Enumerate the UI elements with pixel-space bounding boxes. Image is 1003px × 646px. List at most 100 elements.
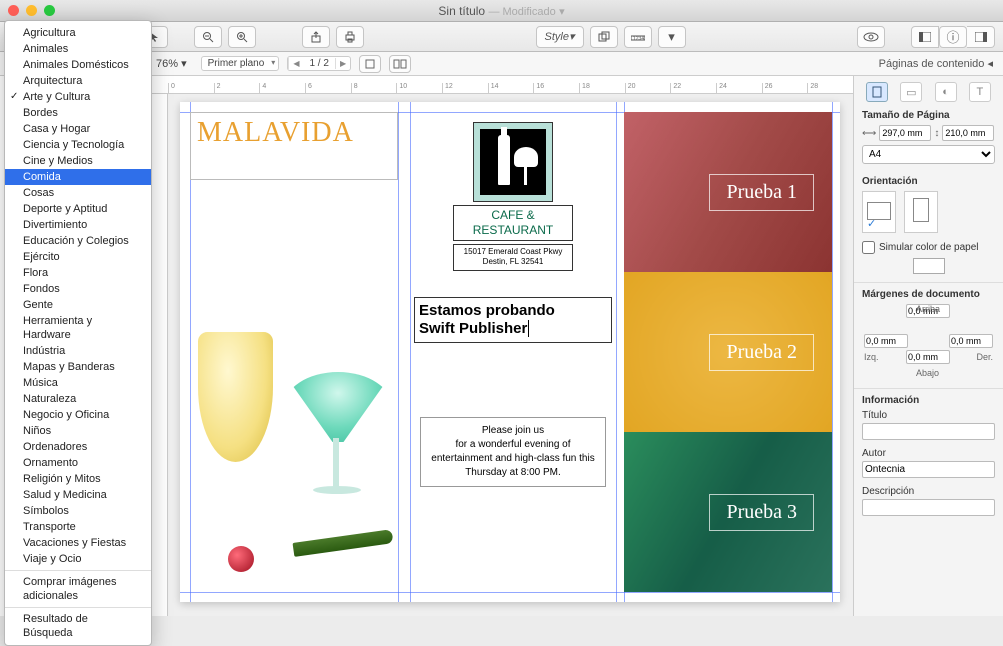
category-menu-item[interactable]: Ordenadores — [5, 439, 151, 455]
category-menu-item[interactable]: Cine y Medios — [5, 153, 151, 169]
zoom-window-icon[interactable] — [44, 5, 55, 16]
prev-page-button[interactable]: ◀ — [288, 58, 303, 69]
tab-geometry[interactable]: ▭ — [900, 82, 922, 102]
category-menu-item[interactable]: Vacaciones y Fiestas — [5, 535, 151, 551]
category-menu-item[interactable]: Salud y Medicina — [5, 487, 151, 503]
page-height-input[interactable] — [942, 125, 994, 141]
category-menu-item[interactable]: Niños — [5, 423, 151, 439]
svg-text:12345: 12345 — [633, 36, 645, 42]
category-menu-item[interactable]: Viaje y Ocio — [5, 551, 151, 567]
author-label: Autor — [862, 448, 995, 459]
info-panel-toggle[interactable]: ⓘ — [939, 26, 967, 48]
category-menu-item[interactable]: Comida — [5, 169, 151, 185]
orientation-heading: Orientación — [862, 176, 995, 187]
right-panel-toggle[interactable] — [967, 26, 995, 48]
buy-images-menu-item[interactable]: Comprar imágenes adicionales — [5, 574, 151, 604]
orientation-landscape[interactable]: ✓ — [862, 191, 896, 233]
page-indicator: 1 / 2 — [303, 57, 334, 70]
page-width-input[interactable] — [879, 125, 931, 141]
category-menu-item[interactable]: Mapas y Banderas — [5, 359, 151, 375]
brochure-panel-3: Prueba 1 Prueba 2 Prueba 3 — [624, 112, 832, 592]
category-menu-item[interactable]: Indústria — [5, 343, 151, 359]
title-text-frame[interactable]: MALAVIDA — [190, 112, 398, 180]
cafe-name-frame[interactable]: CAFE &RESTAURANT — [453, 205, 573, 241]
style-dropdown[interactable]: Style ▾ — [536, 26, 584, 48]
brochure-panel-1: MALAVIDA — [190, 112, 398, 592]
content-pages-dropdown[interactable]: Páginas de contenido ◂ — [879, 57, 993, 70]
view-mode-single[interactable] — [359, 55, 381, 73]
horizontal-ruler: 0246810121416182022242628 — [150, 76, 853, 94]
simulate-paper-checkbox[interactable] — [862, 241, 875, 254]
category-menu-item[interactable]: Educación y Colegios — [5, 233, 151, 249]
margin-right-input[interactable] — [949, 334, 993, 348]
margin-bottom-input[interactable] — [906, 350, 950, 364]
page-preset-select[interactable]: A4 — [862, 145, 995, 164]
simulate-paper-row[interactable]: Simular color de papel — [862, 241, 995, 254]
tab-document[interactable] — [866, 82, 888, 102]
category-menu-item[interactable]: Ciencia y Tecnología — [5, 137, 151, 153]
category-menu-item[interactable]: Gente — [5, 297, 151, 313]
category-menu-item[interactable]: Animales — [5, 41, 151, 57]
category-dropdown-menu: AgriculturaAnimalesAnimales DomésticosAr… — [4, 20, 152, 646]
address-frame[interactable]: 15017 Emerald Coast PkwyDestin, FL 32541 — [453, 244, 573, 271]
strip-prueba-3[interactable]: Prueba 3 — [624, 432, 832, 592]
canvas[interactable]: 0246810121416182022242628 MALAVIDA — [150, 76, 853, 616]
category-menu-item[interactable]: Arte y Cultura — [5, 89, 151, 105]
category-menu-item[interactable]: Ornamento — [5, 455, 151, 471]
tab-appearance[interactable]: ◐ — [935, 82, 957, 102]
page-size-heading: Tamaño de Página — [862, 110, 995, 121]
doc-description-input[interactable] — [862, 499, 995, 516]
more-button[interactable]: ▾ — [658, 26, 686, 48]
document-page[interactable]: MALAVIDA CAFE &RESTAURANT 15017 Emerald — [180, 102, 840, 602]
orientation-portrait[interactable] — [904, 191, 938, 233]
minimize-window-icon[interactable] — [26, 5, 37, 16]
doc-title-input[interactable] — [862, 423, 995, 440]
strip-prueba-1[interactable]: Prueba 1 — [624, 112, 832, 272]
category-menu-item[interactable]: Música — [5, 375, 151, 391]
category-menu-item[interactable]: Negocio y Oficina — [5, 407, 151, 423]
strip-prueba-2[interactable]: Prueba 2 — [624, 272, 832, 432]
category-menu-item[interactable]: Deporte y Aptitud — [5, 201, 151, 217]
view-mode-spread[interactable] — [389, 55, 411, 73]
fields-button[interactable]: 12345 — [624, 26, 652, 48]
zoom-out-button[interactable] — [194, 26, 222, 48]
test-text-frame[interactable]: Estamos probandoSwift Publisher — [414, 297, 612, 343]
category-menu-item[interactable]: Animales Domésticos — [5, 57, 151, 73]
category-menu-item[interactable]: Ejército — [5, 249, 151, 265]
share-button[interactable] — [302, 26, 330, 48]
height-icon: ↕ — [934, 128, 939, 139]
category-menu-item[interactable]: Religión y Mitos — [5, 471, 151, 487]
margin-left-input[interactable] — [864, 334, 908, 348]
category-menu-item[interactable]: Símbolos — [5, 503, 151, 519]
paper-color-swatch[interactable] — [913, 258, 945, 274]
category-menu-item[interactable]: Bordes — [5, 105, 151, 121]
zoom-in-button[interactable] — [228, 26, 256, 48]
layers-button[interactable] — [590, 26, 618, 48]
doc-author-input[interactable] — [862, 461, 995, 478]
layer-dropdown[interactable]: Primer plano — [201, 56, 280, 71]
category-menu-item[interactable]: Casa y Hogar — [5, 121, 151, 137]
tab-text[interactable]: T — [969, 82, 991, 102]
left-panel-toggle[interactable] — [911, 26, 939, 48]
margins-control: Arriba Izq. Der. Abajo — [862, 304, 995, 382]
category-menu-item[interactable]: Cosas — [5, 185, 151, 201]
category-menu-item[interactable]: Agricultura — [5, 25, 151, 41]
logo-image[interactable] — [473, 122, 553, 202]
category-menu-item[interactable]: Herramienta y Hardware — [5, 313, 151, 343]
close-window-icon[interactable] — [8, 5, 19, 16]
category-menu-item[interactable]: Arquitectura — [5, 73, 151, 89]
next-page-button[interactable]: ▶ — [335, 58, 350, 69]
cocktail-image[interactable] — [188, 282, 408, 592]
page-navigator: ◀ 1 / 2 ▶ — [287, 56, 351, 71]
preview-button[interactable] — [857, 26, 885, 48]
category-menu-item[interactable]: Transporte — [5, 519, 151, 535]
invitation-text-frame[interactable]: Please join us for a wonderful evening o… — [420, 417, 606, 487]
zoom-level[interactable]: 76% ▾ — [150, 55, 193, 72]
panel-toggle-group: ⓘ — [911, 26, 995, 48]
category-menu-item[interactable]: Naturaleza — [5, 391, 151, 407]
print-button[interactable] — [336, 26, 364, 48]
inspector-panel: ▭ ◐ T Tamaño de Página ⟷ ↕ A4 Orientació… — [853, 76, 1003, 616]
category-menu-item[interactable]: Divertimiento — [5, 217, 151, 233]
category-menu-item[interactable]: Flora — [5, 265, 151, 281]
category-menu-item[interactable]: Fondos — [5, 281, 151, 297]
